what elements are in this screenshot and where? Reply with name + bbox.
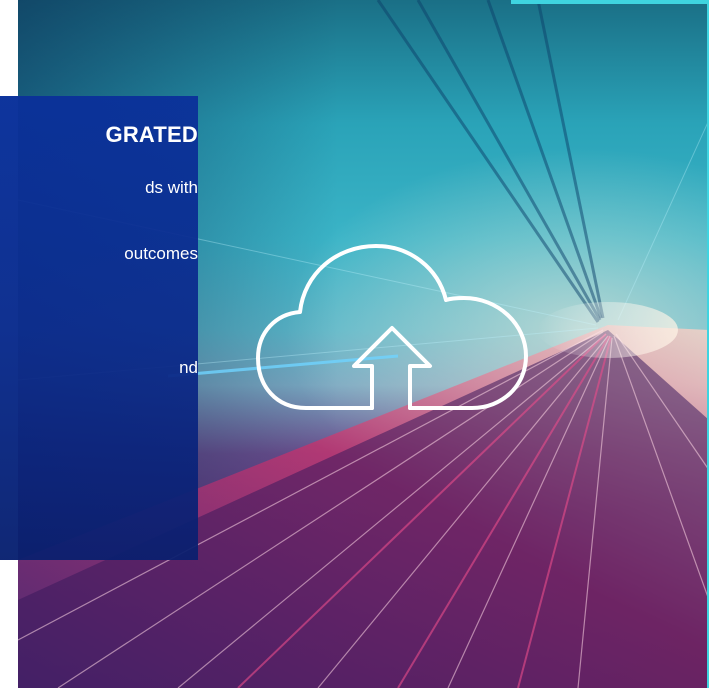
panel-line-2: outcomes	[124, 244, 198, 263]
panel-text: GRATED ds with outcomes nd	[0, 96, 198, 560]
accent-strip	[511, 0, 707, 4]
panel-line-1: ds with	[145, 178, 198, 197]
panel-title: GRATED	[105, 122, 198, 147]
page: GRATED ds with outcomes nd	[0, 0, 709, 688]
cloud-upload-icon	[254, 240, 530, 412]
panel-line-3: nd	[179, 358, 198, 377]
